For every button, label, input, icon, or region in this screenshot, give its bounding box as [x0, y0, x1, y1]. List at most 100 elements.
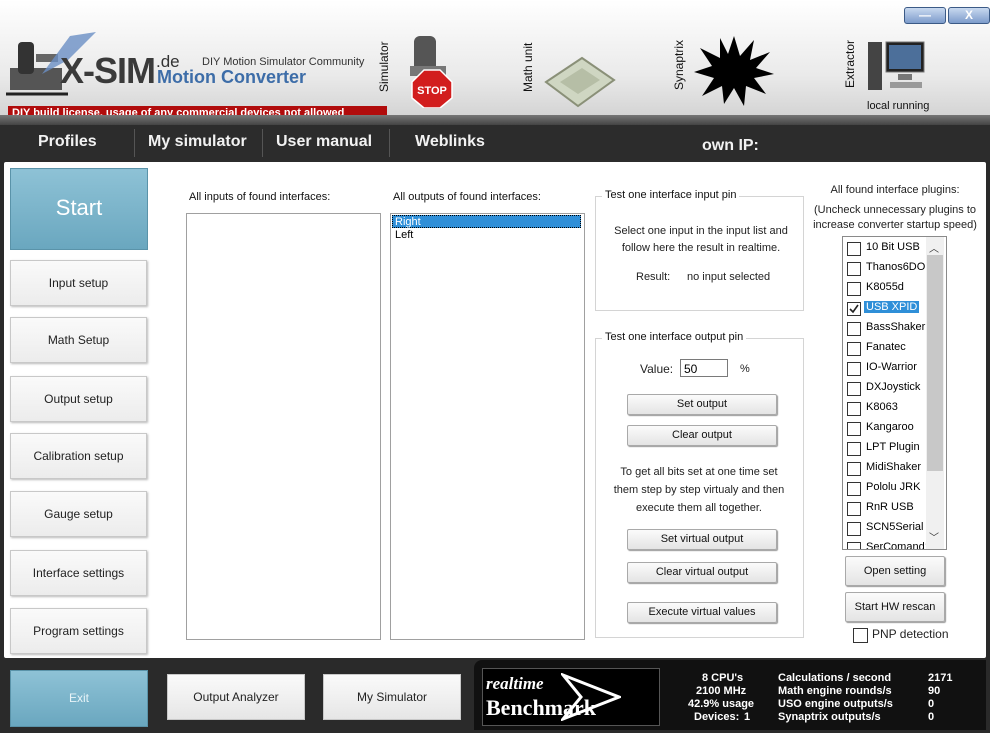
plugin-item[interactable]: BassShaker — [845, 318, 929, 338]
starburst-icon[interactable] — [694, 34, 774, 106]
plugin-item[interactable]: Kangaroo — [845, 418, 929, 438]
plugin-checkbox[interactable] — [847, 302, 861, 316]
open-setting-button[interactable]: Open setting — [845, 556, 945, 586]
plugin-item[interactable]: IO-Warrior — [845, 358, 929, 378]
synaptrix-outputs-label: Synaptrix outputs/s — [778, 711, 881, 723]
plugin-label: K8055d — [866, 281, 904, 293]
plugin-checkbox[interactable] — [847, 262, 861, 276]
plugin-label: Fanatec — [866, 341, 906, 353]
value-input[interactable]: 50 — [680, 359, 728, 377]
interface-settings-button[interactable]: Interface settings — [10, 550, 147, 596]
outputs-list-title: All outputs of found interfaces: — [393, 191, 541, 203]
module-label-simulator: Simulator — [377, 41, 391, 92]
math-setup-button[interactable]: Math Setup — [10, 317, 147, 363]
plugin-item[interactable]: 10 Bit USB — [845, 238, 929, 258]
plugin-checkbox[interactable] — [847, 542, 861, 549]
program-settings-button[interactable]: Program settings — [10, 608, 147, 654]
plugin-checkbox[interactable] — [847, 362, 861, 376]
input-setup-button[interactable]: Input setup — [10, 260, 147, 306]
output-item-right[interactable]: Right — [392, 215, 581, 228]
test-input-group: Test one interface input pin Select one … — [595, 189, 804, 311]
clear-virtual-output-button[interactable]: Clear virtual output — [627, 562, 777, 583]
execute-virtual-values-button[interactable]: Execute virtual values — [627, 602, 777, 623]
clear-output-button[interactable]: Clear output — [627, 425, 777, 446]
cpu-chip-icon[interactable] — [540, 54, 618, 110]
minimize-button[interactable]: — — [904, 7, 946, 24]
exit-button[interactable]: Exit — [10, 670, 148, 727]
plugin-item[interactable]: Pololu JRK — [845, 478, 929, 498]
nav-my-simulator[interactable]: My simulator — [148, 133, 247, 151]
plugin-label: Kangaroo — [866, 421, 914, 433]
plugin-item[interactable]: SerComand1 — [845, 538, 931, 549]
plugin-checkbox[interactable] — [847, 442, 861, 456]
close-button[interactable]: X — [948, 7, 990, 24]
nav-weblinks[interactable]: Weblinks — [415, 133, 485, 151]
scroll-up-icon[interactable]: ︿ — [929, 240, 939, 255]
plugin-item[interactable]: DXJoystick — [845, 378, 929, 398]
plugin-item[interactable]: LPT Plugin — [845, 438, 929, 458]
scrollbar-thumb[interactable] — [927, 255, 943, 471]
plugin-label: Pololu JRK — [866, 481, 921, 493]
checkmark-icon — [849, 304, 859, 314]
math-engine-value: 90 — [928, 685, 941, 697]
plugin-item[interactable]: K8055d — [845, 278, 929, 298]
start-button[interactable]: Start — [10, 168, 148, 250]
plugin-checkbox[interactable] — [847, 462, 861, 476]
plugin-checkbox[interactable] — [847, 402, 861, 416]
outputs-listbox[interactable]: Right Left — [390, 213, 585, 640]
header-bottom-stripe — [0, 115, 990, 125]
plugin-checkbox[interactable] — [847, 282, 861, 296]
plugin-checkbox[interactable] — [847, 242, 861, 256]
plugin-item[interactable]: RnR USB — [845, 498, 929, 518]
plugin-item[interactable]: Fanatec — [845, 338, 929, 358]
brand-subtitle: Motion Converter — [157, 67, 307, 87]
plugin-checkbox[interactable] — [847, 382, 861, 396]
seat-stop-icon[interactable]: STOP — [400, 36, 460, 108]
plugin-item[interactable]: USB XPID — [845, 298, 929, 318]
synaptrix-outputs-value: 0 — [928, 711, 935, 723]
set-virtual-output-button[interactable]: Set virtual output — [627, 529, 777, 550]
output-setup-button[interactable]: Output setup — [10, 376, 147, 422]
plugin-item[interactable]: SCN5Serial — [845, 518, 929, 538]
scroll-down-icon[interactable]: ﹀ — [929, 529, 939, 544]
pnp-detection-checkbox[interactable] — [853, 628, 868, 643]
start-hw-rescan-button[interactable]: Start HW rescan — [845, 592, 945, 622]
calculations-value: 2171 — [928, 672, 953, 684]
test-output-title: Test one interface output pin — [602, 331, 747, 343]
value-unit: % — [740, 363, 750, 375]
calculations-label: Calculations / second — [778, 672, 892, 684]
plugin-checkbox[interactable] — [847, 482, 861, 496]
output-analyzer-button[interactable]: Output Analyzer — [167, 674, 305, 720]
set-output-button[interactable]: Set output — [627, 394, 777, 415]
plugins-checklist[interactable]: 10 Bit USB Thanos6DOF K8055d USB XPID BassSh… — [842, 236, 947, 550]
plugin-checkbox[interactable] — [847, 522, 861, 536]
plugin-checkbox[interactable] — [847, 342, 861, 356]
plugin-item[interactable]: MidiShaker — [845, 458, 929, 478]
plugins-scrollbar[interactable]: ︿ ﹀ — [926, 237, 944, 549]
pnp-detection-label: PNP detection — [872, 627, 949, 641]
nav-profiles[interactable]: Profiles — [38, 133, 97, 151]
plugin-item[interactable]: Thanos6DOF — [845, 258, 932, 278]
my-simulator-button[interactable]: My Simulator — [323, 674, 461, 720]
plugin-checkbox[interactable] — [847, 322, 861, 336]
math-engine-label: Math engine rounds/s — [778, 685, 892, 697]
own-ip-label: own IP: — [702, 137, 759, 154]
nav-user-manual[interactable]: User manual — [276, 133, 372, 151]
plugin-label: 10 Bit USB — [866, 241, 920, 253]
inputs-listbox[interactable] — [186, 213, 381, 640]
header-banner: — X X-SIM .de DIY Motion Simulator Commu… — [0, 0, 990, 125]
output-item-left[interactable]: Left — [392, 229, 584, 242]
plugin-item[interactable]: K8063 — [845, 398, 929, 418]
benchmark-logo-line2: Benchmark — [486, 695, 596, 720]
computer-icon[interactable] — [866, 38, 928, 94]
plugin-label: RnR USB — [866, 501, 914, 513]
plugin-checkbox[interactable] — [847, 502, 861, 516]
cpu-count: 8 CPU's — [702, 672, 744, 684]
plugin-checkbox[interactable] — [847, 422, 861, 436]
gauge-setup-button[interactable]: Gauge setup — [10, 491, 147, 537]
result-label: Result: — [636, 271, 671, 283]
plugin-label: K8063 — [866, 401, 898, 413]
plugin-label: MidiShaker — [866, 461, 922, 473]
calibration-setup-button[interactable]: Calibration setup — [10, 433, 147, 479]
benchmark-panel: realtime Benchmark 8 CPU's 2100 MHz 42.9… — [474, 660, 986, 730]
